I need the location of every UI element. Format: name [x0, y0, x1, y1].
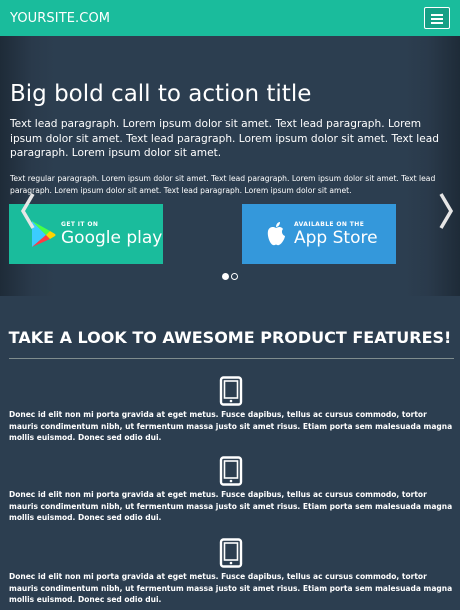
menu-toggle-button[interactable]	[424, 7, 450, 29]
hamburger-menu-icon	[431, 13, 443, 16]
feature-description: Donec id elit non mi porta gravida at eg…	[9, 572, 453, 604]
carousel-indicator-1[interactable]	[222, 273, 229, 280]
hero-regular-paragraph: Text regular paragraph. Lorem ipsum dolo…	[10, 174, 436, 195]
features-divider	[9, 358, 454, 359]
hamburger-menu-icon	[431, 17, 443, 20]
app-store-button[interactable]: AVAILABLE ON THE App Store	[242, 204, 396, 264]
hero-title: Big bold call to action title	[10, 81, 312, 107]
apple-icon	[267, 222, 285, 246]
carousel-indicator-2[interactable]	[231, 273, 238, 280]
chevron-right-icon	[439, 193, 454, 229]
tablet-icon	[219, 538, 243, 568]
google-play-label: Google play	[61, 227, 163, 248]
navbar: YOURSITE.COM	[0, 0, 460, 36]
app-store-label: App Store	[294, 227, 378, 248]
features-heading: TAKE A LOOK TO AWESOME PRODUCT FEATURES!	[8, 328, 452, 347]
app-store-small-label: AVAILABLE ON THE	[294, 220, 365, 228]
hero-carousel: Big bold call to action title Text lead …	[0, 36, 460, 296]
feature-description: Donec id elit non mi porta gravida at eg…	[9, 410, 453, 442]
carousel-next-button[interactable]	[434, 186, 458, 236]
site-brand-link[interactable]: YOURSITE.COM	[10, 11, 110, 26]
tablet-icon	[219, 456, 243, 486]
tablet-icon	[219, 376, 243, 406]
hamburger-menu-icon	[431, 21, 443, 24]
feature-description: Donec id elit non mi porta gravida at eg…	[9, 490, 453, 522]
hero-lead-paragraph: Text lead paragraph. Lorem ipsum dolor s…	[10, 118, 439, 159]
chevron-left-icon	[20, 193, 35, 229]
google-play-small-label: GET IT ON	[61, 220, 99, 228]
carousel-prev-button[interactable]	[16, 186, 40, 236]
carousel-indicators	[222, 273, 238, 280]
